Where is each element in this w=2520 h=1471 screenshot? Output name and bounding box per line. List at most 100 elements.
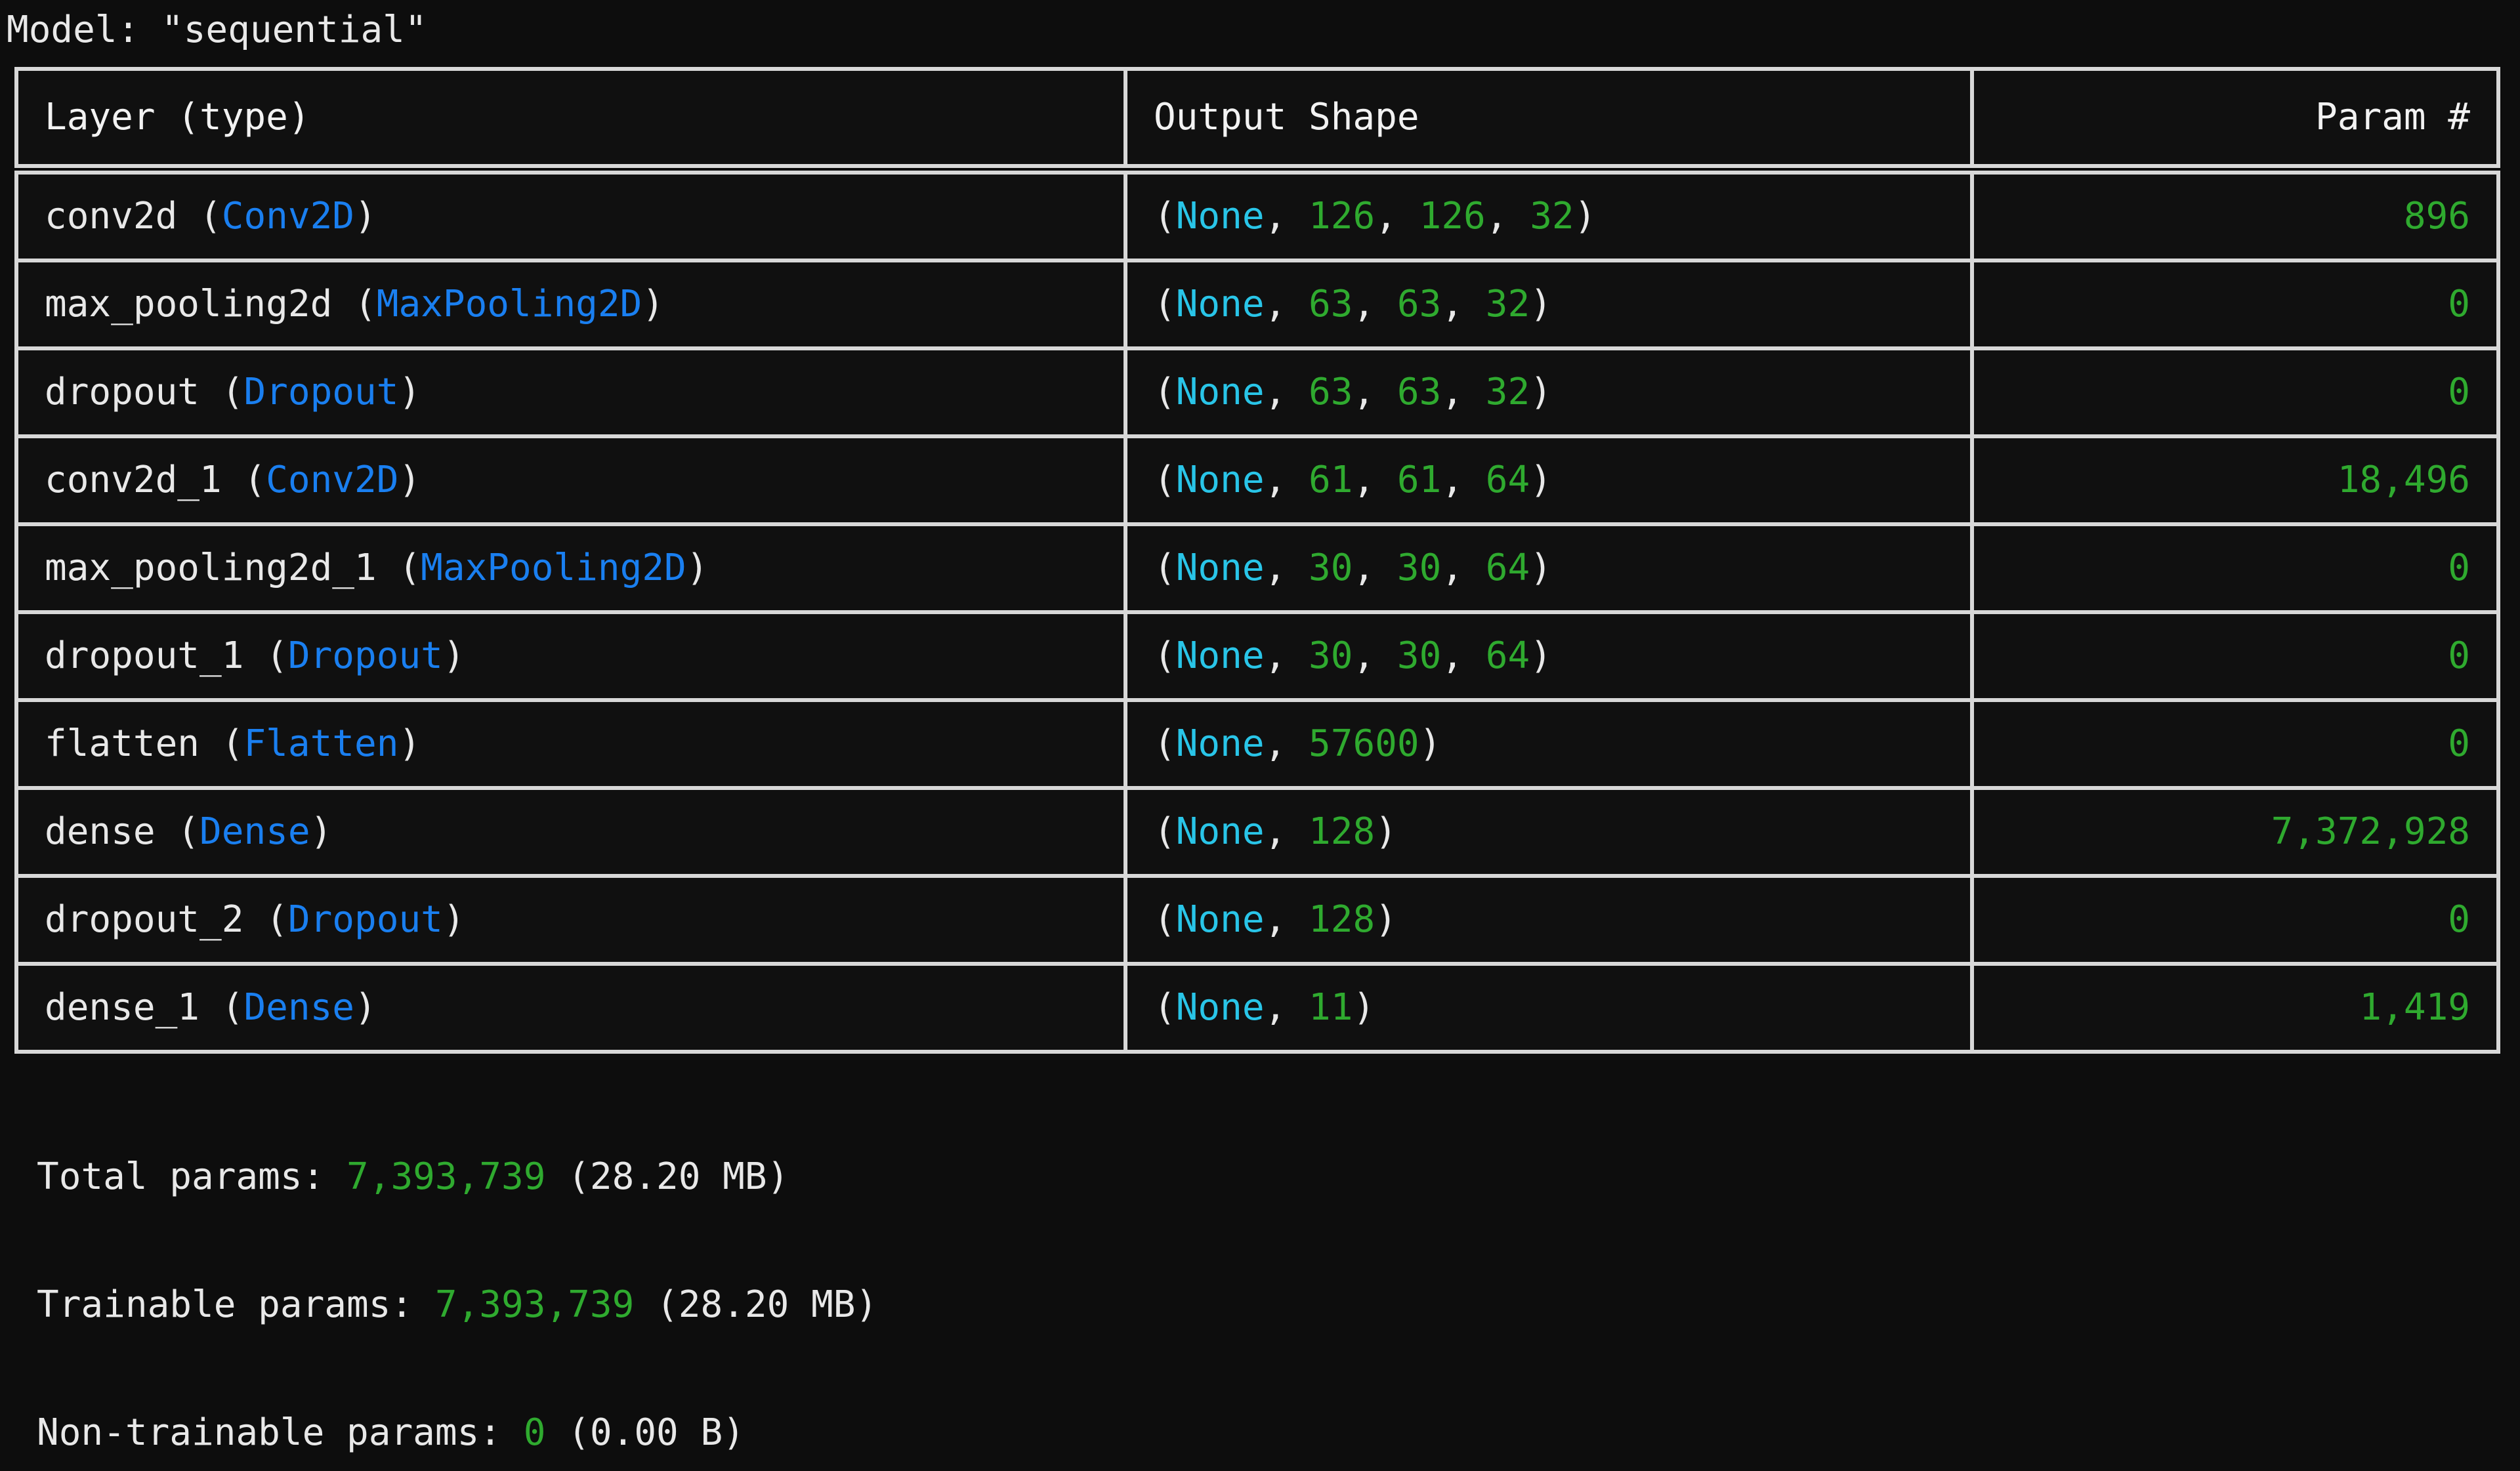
shape-token-num: 61: [1396, 459, 1442, 501]
non-trainable-params-label: Non-trainable params:: [37, 1411, 524, 1454]
shape-token-punct: ,: [1264, 195, 1309, 238]
paren-close: ): [398, 371, 421, 413]
non-trainable-params-line: Non-trainable params: 0 (0.00 B): [37, 1411, 2520, 1455]
shape-token-punct: (: [1154, 986, 1176, 1029]
shape-token-punct: ,: [1485, 195, 1530, 238]
param-value: 896: [2403, 195, 2470, 238]
shape-token-num: 11: [1309, 986, 1353, 1029]
column-header-output-shape: Output Shape: [1124, 67, 1974, 168]
layer-name: max_pooling2d_1: [45, 547, 399, 589]
shape-token-punct: ): [1375, 898, 1397, 941]
layer-name: conv2d_1: [45, 459, 244, 501]
cell-output-shape: (None, 63, 63, 32): [1124, 260, 1974, 350]
shape-token-punct: ,: [1264, 371, 1309, 413]
paren-close: ): [398, 722, 421, 765]
shape-token-num: 32: [1530, 195, 1574, 238]
cell-param-count: 18,496: [1970, 436, 2500, 526]
shape-token-none: None: [1175, 459, 1265, 501]
table-row: dense_1 (Dense) (None, 11) 1,419: [14, 964, 2500, 1054]
layer-type: Dropout: [243, 371, 399, 413]
shape-token-none: None: [1175, 371, 1265, 413]
header-rule-gap: [16, 166, 2498, 173]
non-trainable-params-size: (0.00 B): [545, 1411, 745, 1454]
param-value: 0: [2448, 283, 2470, 325]
cell-layer: dropout (Dropout): [14, 348, 1127, 438]
shape-token-punct: ,: [1353, 459, 1397, 501]
shape-token-num: 128: [1309, 898, 1376, 941]
paren-close: ): [354, 195, 377, 238]
paren-open: (: [177, 810, 200, 853]
paren-close: ): [686, 547, 709, 589]
cell-layer: max_pooling2d_1 (MaxPooling2D): [14, 524, 1127, 614]
shape-token-num: 64: [1485, 634, 1530, 677]
cell-layer: dropout_2 (Dropout): [14, 876, 1127, 966]
shape-token-punct: ,: [1441, 634, 1486, 677]
layer-name: dropout_1: [45, 634, 266, 677]
shape-token-num: 30: [1309, 547, 1353, 589]
layer-name: dense_1: [45, 986, 222, 1029]
shape-token-punct: ,: [1441, 283, 1486, 325]
table-row: conv2d_1 (Conv2D) (None, 61, 61, 64) 18,49…: [14, 436, 2500, 526]
total-params-line: Total params: 7,393,739 (28.20 MB): [37, 1155, 2520, 1199]
table-row: dropout_2 (Dropout) (None, 128) 0: [14, 876, 2500, 966]
shape-token-num: 64: [1485, 459, 1530, 501]
cell-output-shape: (None, 126, 126, 32): [1124, 171, 1974, 262]
paren-open: (: [221, 371, 244, 413]
total-params-value: 7,393,739: [346, 1155, 546, 1198]
cell-param-count: 7,372,928: [1970, 788, 2500, 878]
shape-token-punct: (: [1154, 898, 1176, 941]
table-row: max_pooling2d (MaxPooling2D) (None, 63, 6…: [14, 260, 2500, 350]
total-params-label: Total params:: [37, 1155, 347, 1198]
shape-token-punct: ,: [1264, 634, 1309, 677]
paren-close: ): [442, 634, 465, 677]
table-body: conv2d (Conv2D) (None, 126, 126, 32) 896 ma…: [14, 171, 2500, 1054]
paren-open: (: [266, 634, 288, 677]
cell-param-count: 0: [1970, 612, 2500, 702]
paren-open: (: [398, 547, 421, 589]
cell-layer: dense_1 (Dense): [14, 964, 1127, 1054]
shape-token-punct: (: [1154, 459, 1176, 501]
layer-name: dropout_2: [45, 898, 266, 941]
cell-output-shape: (None, 61, 61, 64): [1124, 436, 1974, 526]
param-value: 0: [2448, 547, 2470, 589]
paren-close: ): [398, 459, 421, 501]
cell-layer: conv2d (Conv2D): [14, 171, 1127, 262]
shape-token-num: 30: [1309, 634, 1353, 677]
shape-token-punct: ): [1353, 986, 1376, 1029]
layer-type: MaxPooling2D: [376, 283, 642, 325]
shape-token-num: 126: [1309, 195, 1376, 238]
total-params-size: (28.20 MB): [545, 1155, 789, 1198]
cell-layer: flatten (Flatten): [14, 700, 1127, 790]
cell-param-count: 0: [1970, 348, 2500, 438]
shape-token-punct: ,: [1353, 371, 1397, 413]
cell-param-count: 1,419: [1970, 964, 2500, 1054]
cell-output-shape: (None, 63, 63, 32): [1124, 348, 1974, 438]
shape-token-none: None: [1175, 722, 1265, 765]
layer-type: Dense: [200, 810, 310, 853]
shape-token-punct: ,: [1441, 371, 1486, 413]
cell-layer: dropout_1 (Dropout): [14, 612, 1127, 702]
paren-close: ): [310, 810, 333, 853]
shape-token-num: 128: [1309, 810, 1376, 853]
shape-token-punct: ,: [1264, 459, 1309, 501]
shape-token-punct: ,: [1264, 986, 1309, 1029]
header-row: Layer (type) Output Shape Param #: [14, 67, 2500, 168]
cell-output-shape: (None, 57600): [1124, 700, 1974, 790]
shape-token-none: None: [1175, 547, 1265, 589]
cell-param-count: 0: [1970, 524, 2500, 614]
trainable-params-label: Trainable params:: [37, 1283, 435, 1326]
param-value: 1,419: [2359, 986, 2470, 1029]
shape-token-num: 32: [1485, 371, 1530, 413]
shape-token-punct: (: [1154, 547, 1176, 589]
shape-token-num: 63: [1396, 283, 1442, 325]
table-row: conv2d (Conv2D) (None, 126, 126, 32) 896: [14, 171, 2500, 262]
shape-token-none: None: [1175, 283, 1265, 325]
table-row: max_pooling2d_1 (MaxPooling2D) (None, 30,…: [14, 524, 2500, 614]
table-row: dense (Dense) (None, 128) 7,372,928: [14, 788, 2500, 878]
cell-param-count: 0: [1970, 876, 2500, 966]
table-row: flatten (Flatten) (None, 57600) 0: [14, 700, 2500, 790]
shape-token-none: None: [1175, 898, 1265, 941]
shape-token-punct: ): [1530, 371, 1552, 413]
shape-token-none: None: [1175, 195, 1265, 238]
cell-output-shape: (None, 128): [1124, 788, 1974, 878]
